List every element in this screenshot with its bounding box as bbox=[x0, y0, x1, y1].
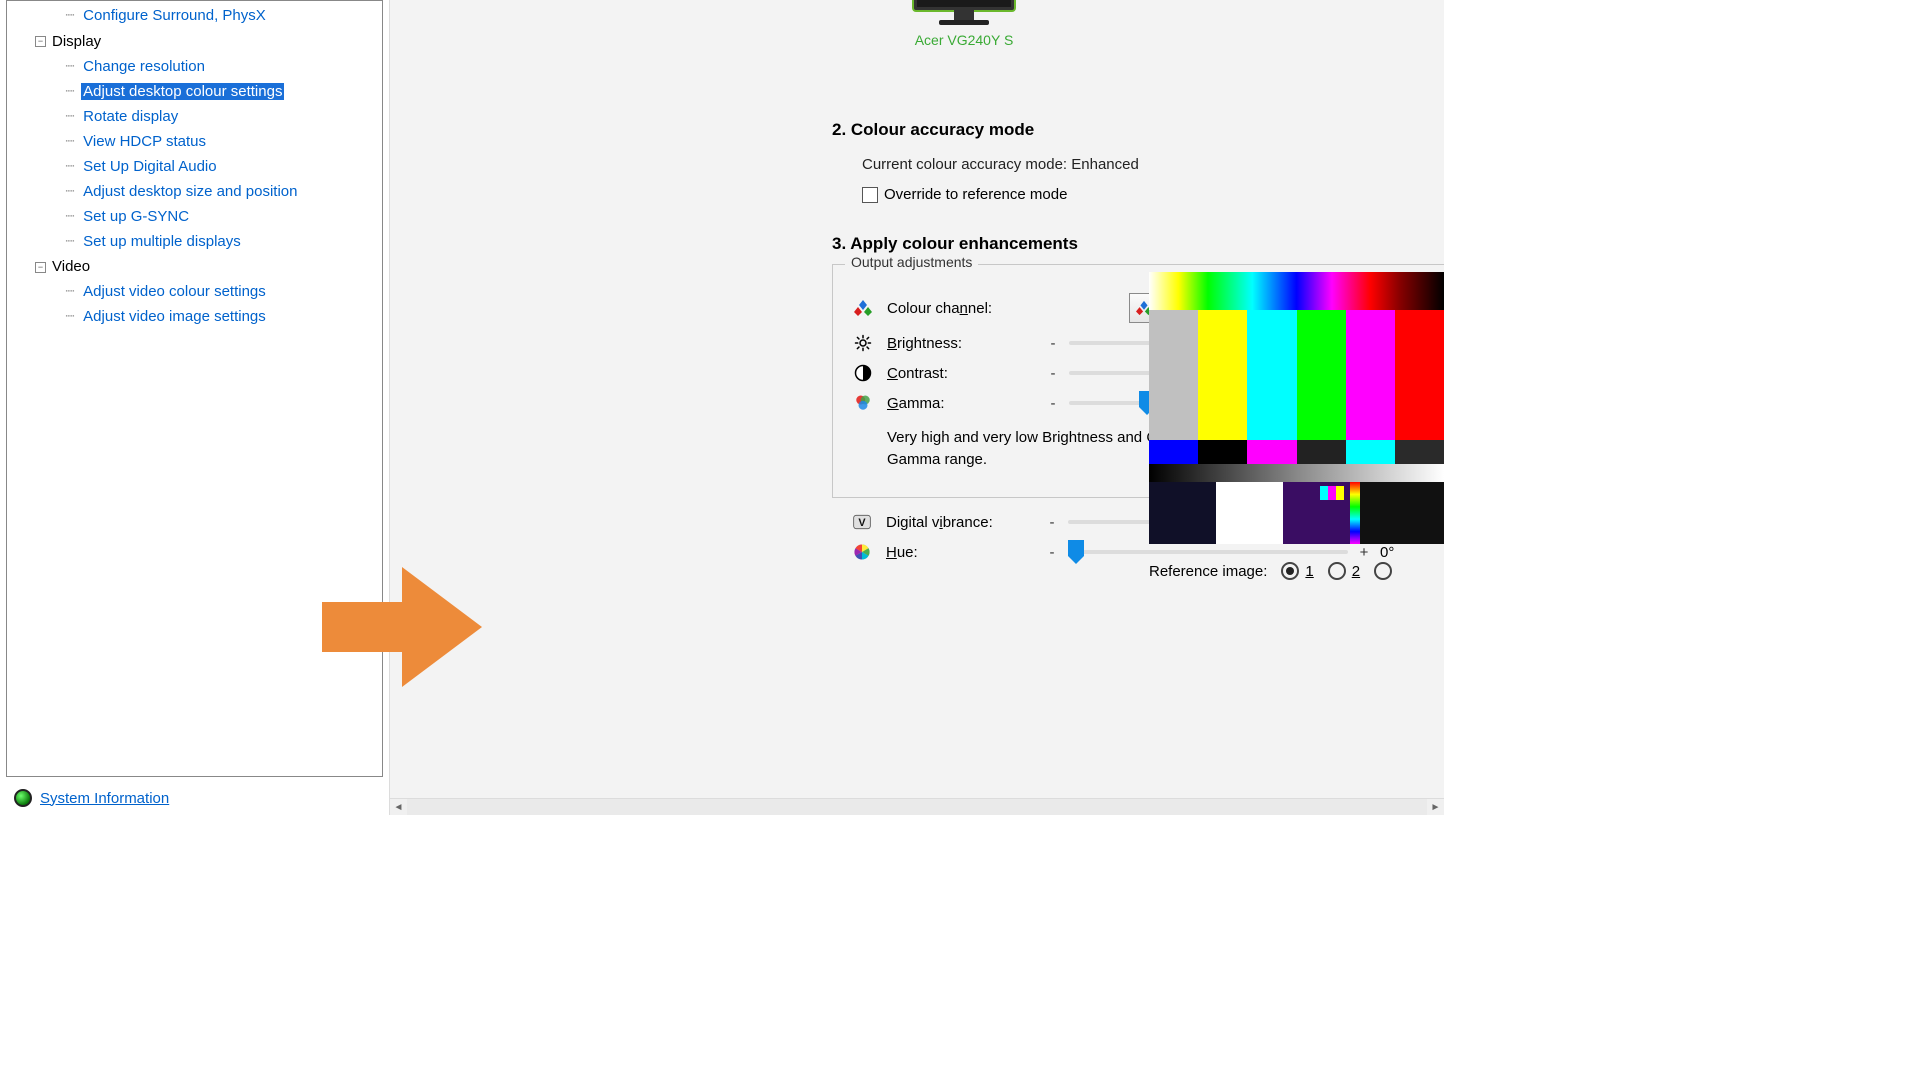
digital-vibrance-label: Digital vibrance: bbox=[886, 514, 1036, 531]
tree-item-digital-audio[interactable]: ┈ Set Up Digital Audio bbox=[11, 154, 380, 179]
tree-item-truncated[interactable]: ┈ Configure Surround, PhysX bbox=[11, 3, 380, 28]
scroll-left-icon[interactable]: ◄ bbox=[390, 799, 407, 815]
system-information-icon bbox=[14, 789, 32, 807]
selected-display[interactable]: Acer VG240Y S bbox=[910, 0, 1018, 48]
tree-item-rotate-display[interactable]: ┈ Rotate display bbox=[11, 104, 380, 129]
svg-text:V: V bbox=[858, 517, 866, 529]
gamma-minus: - bbox=[1045, 395, 1061, 412]
sidebar-footer: System Information bbox=[0, 783, 389, 815]
contrast-minus: - bbox=[1045, 365, 1061, 382]
tree-branch-icon: ┈ bbox=[63, 304, 77, 328]
hue-label: Hue: bbox=[886, 544, 1036, 561]
collapse-icon[interactable]: − bbox=[35, 262, 46, 273]
tree-branch-icon: ┈ bbox=[63, 204, 77, 228]
sidebar: ┈ Configure Surround, PhysX − Display ┈ … bbox=[0, 0, 390, 815]
tree-branch-icon: ┈ bbox=[63, 229, 77, 253]
override-reference-checkbox[interactable]: Override to reference mode bbox=[862, 186, 1067, 203]
main-pane: Acer VG240Y S 2. Colour accuracy mode Cu… bbox=[390, 0, 1444, 815]
hue-icon bbox=[852, 542, 872, 562]
slider-thumb[interactable] bbox=[1068, 540, 1084, 564]
checkbox-icon bbox=[862, 187, 878, 203]
contrast-icon bbox=[853, 363, 873, 383]
current-accuracy-mode: Current colour accuracy mode: Enhanced bbox=[862, 150, 1444, 180]
section-3-title: 3. Apply colour enhancements bbox=[832, 234, 1444, 254]
tree-branch-icon: ┈ bbox=[63, 54, 77, 78]
gamma-icon bbox=[853, 393, 873, 413]
collapse-icon[interactable]: − bbox=[35, 36, 46, 47]
monitor-name: Acer VG240Y S bbox=[910, 32, 1018, 48]
section-2-title: 2. Colour accuracy mode bbox=[832, 120, 1444, 140]
horizontal-scrollbar[interactable]: ◄ ► bbox=[390, 798, 1444, 815]
digital-vibrance-icon: V bbox=[852, 512, 872, 532]
tree-category-video[interactable]: − Video bbox=[11, 254, 380, 280]
vibrance-minus: - bbox=[1044, 514, 1060, 531]
tree-category-display[interactable]: − Display bbox=[11, 28, 380, 54]
app-window: ┈ Configure Surround, PhysX − Display ┈ … bbox=[0, 0, 1444, 815]
reference-radio-2[interactable]: 2 bbox=[1328, 562, 1360, 580]
tree-branch-icon: ┈ bbox=[63, 279, 77, 303]
radio-icon bbox=[1281, 562, 1299, 580]
reference-radio-1[interactable]: 1 bbox=[1281, 562, 1313, 580]
tree-branch-icon: ┈ bbox=[63, 129, 77, 153]
radio-icon bbox=[1328, 562, 1346, 580]
radio-icon bbox=[1374, 562, 1392, 580]
section-colour-accuracy: 2. Colour accuracy mode Current colour a… bbox=[832, 120, 1444, 207]
reference-image-block: Reference image: 1 2 bbox=[1149, 272, 1444, 580]
override-reference-label: Override to reference mode bbox=[884, 186, 1067, 203]
reference-image-selector: Reference image: 1 2 bbox=[1149, 562, 1444, 580]
colour-channel-icon bbox=[853, 298, 873, 318]
brightness-minus: - bbox=[1045, 335, 1061, 352]
hue-minus: - bbox=[1044, 544, 1060, 561]
scrollbar-track[interactable] bbox=[407, 799, 1427, 815]
reference-image-label: Reference image: bbox=[1149, 563, 1267, 580]
reference-radio-2-label: 2 bbox=[1352, 563, 1360, 580]
output-adjustments-legend: Output adjustments bbox=[845, 254, 978, 270]
colour-channel-label: Colour channel: bbox=[887, 300, 1037, 317]
brightness-label: Brightness: bbox=[887, 335, 1037, 352]
system-information-link[interactable]: System Information bbox=[40, 790, 169, 807]
tree-item-video-image[interactable]: ┈ Adjust video image settings bbox=[11, 304, 380, 329]
tree-branch-icon: ┈ bbox=[63, 179, 77, 203]
tree-item-video-colour[interactable]: ┈ Adjust video colour settings bbox=[11, 279, 380, 304]
tree-branch-icon: ┈ bbox=[63, 79, 77, 103]
monitor-icon bbox=[910, 0, 1018, 30]
tree-item-desktop-size-position[interactable]: ┈ Adjust desktop size and position bbox=[11, 179, 380, 204]
tree-item-adjust-desktop-colour[interactable]: ┈ Adjust desktop colour settings bbox=[11, 79, 380, 104]
tree-item-view-hdcp[interactable]: ┈ View HDCP status bbox=[11, 129, 380, 154]
reference-radio-3[interactable] bbox=[1374, 562, 1392, 580]
content: Acer VG240Y S 2. Colour accuracy mode Cu… bbox=[390, 0, 1444, 797]
tree-branch-icon: ┈ bbox=[63, 3, 77, 27]
tree-item-multiple-displays[interactable]: ┈ Set up multiple displays bbox=[11, 229, 380, 254]
tree-branch-icon: ┈ bbox=[63, 104, 77, 128]
settings-tree: ┈ Configure Surround, PhysX − Display ┈ … bbox=[6, 0, 383, 777]
tree-item-change-resolution[interactable]: ┈ Change resolution bbox=[11, 54, 380, 79]
reference-preview bbox=[1149, 272, 1444, 544]
brightness-icon bbox=[853, 333, 873, 353]
tree-item-gsync[interactable]: ┈ Set up G-SYNC bbox=[11, 204, 380, 229]
tree-branch-icon: ┈ bbox=[63, 154, 77, 178]
contrast-label: Contrast: bbox=[887, 365, 1037, 382]
scroll-right-icon[interactable]: ► bbox=[1427, 799, 1444, 815]
gamma-label: Gamma: bbox=[887, 395, 1037, 412]
reference-radio-1-label: 1 bbox=[1305, 563, 1313, 580]
